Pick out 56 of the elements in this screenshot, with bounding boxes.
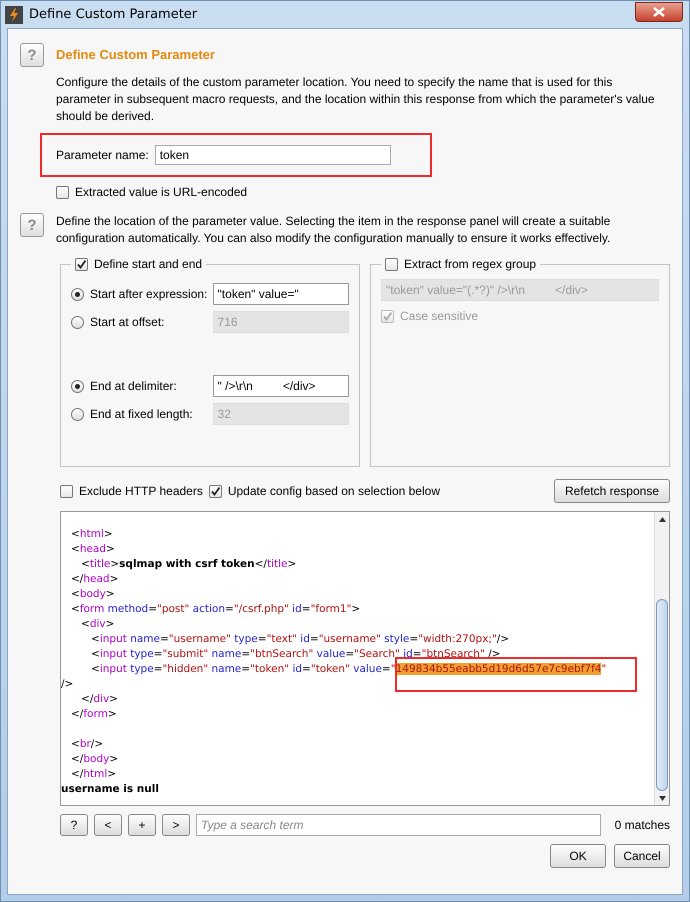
code-line: <html> [70,527,114,542]
checkbox[interactable] [75,258,88,270]
match-count: 0 matches [614,818,670,832]
code-line: </head> [70,572,120,587]
code-line: <div> [80,617,116,632]
code-line: <body> [70,587,116,602]
section-heading: Define Custom Parameter [56,47,216,62]
code-line: <form method="post" action="/csrf.php" id="form1"> [70,602,362,617]
down-arrow-icon[interactable] [658,796,666,800]
radio-button[interactable] [71,288,84,300]
radio-button[interactable] [71,380,84,392]
intro-text: Configure the details of the custom parameter location. You need to specify the name that is used for this parameter in subsequent macro requests, and the location within this response from which the parameter's value should be derived. [56,74,656,125]
refetch-button[interactable]: Refetch response [554,479,670,503]
close-icon [653,6,665,16]
window-title: Define Custom Parameter [29,7,198,22]
checkbox[interactable] [60,484,73,498]
field-label: Parameter name: [56,148,149,162]
app-icon [5,6,23,24]
radio-label: Start at offset: [90,315,166,329]
search-toolbar-button[interactable]: > [162,814,190,836]
code-line: <input type="hidden" name="token" id="token" value="149834b55eabb5d19d6d57e7c9ebf7f4" [90,662,608,677]
code-line: <title>sqlmap with csrf token</title> [80,557,298,572]
code-line: /> [61,677,74,692]
search-toolbar-button[interactable]: + [128,814,156,836]
up-arrow-icon[interactable] [658,516,666,522]
search-toolbar-button[interactable]: ? [60,814,88,836]
scrollbar[interactable] [654,512,669,805]
code-line: <br/> [70,737,104,752]
location-help-text: Define the location of the parameter value. Selecting the item in the response panel will create a suitable configuration automatically. You can also modify the configuration manually to ensure it works effectively. [56,213,612,247]
checkbox-label: Define start and end [94,257,202,271]
code-line: <head> [70,542,116,557]
checkbox[interactable] [208,484,222,498]
checkbox-label: Update config based on selection below [228,484,440,498]
checkbox-label: Extract from regex group [404,257,536,271]
search-field[interactable]: Type a search term [196,814,601,836]
radio-label: End at fixed length: [90,407,194,421]
dialog-button[interactable]: OK [550,844,606,868]
checkbox-label: Exclude HTTP headers [79,484,203,498]
code-line: </form> [70,707,118,722]
code-line: </div> [80,692,119,707]
code-line: </body> [70,752,120,767]
close-button[interactable] [635,2,683,22]
checkbox-label: Case sensitive [400,309,478,323]
search-toolbar-button[interactable]: < [94,814,122,836]
text-field[interactable]: " />\r\n </div> [212,375,349,397]
text-field[interactable]: "token" value=" [212,283,349,305]
code-line: username is null [61,782,160,797]
radio-label: End at delimiter: [90,379,178,393]
dialog-button[interactable]: Cancel [614,844,670,868]
checkbox-label: Extracted value is URL-encoded [75,185,248,199]
radio-label: Start after expression: [90,287,208,301]
checkbox[interactable] [56,186,69,198]
code-line: <input name="username" type="text" id="username" style="width:270px;"/> [90,632,510,647]
code-line: </html> [70,767,118,782]
code-line: <input type="submit" name="btnSearch" value="Search" id="btnSearch" /> [90,647,502,662]
parameter-name-field[interactable]: token [154,145,391,165]
